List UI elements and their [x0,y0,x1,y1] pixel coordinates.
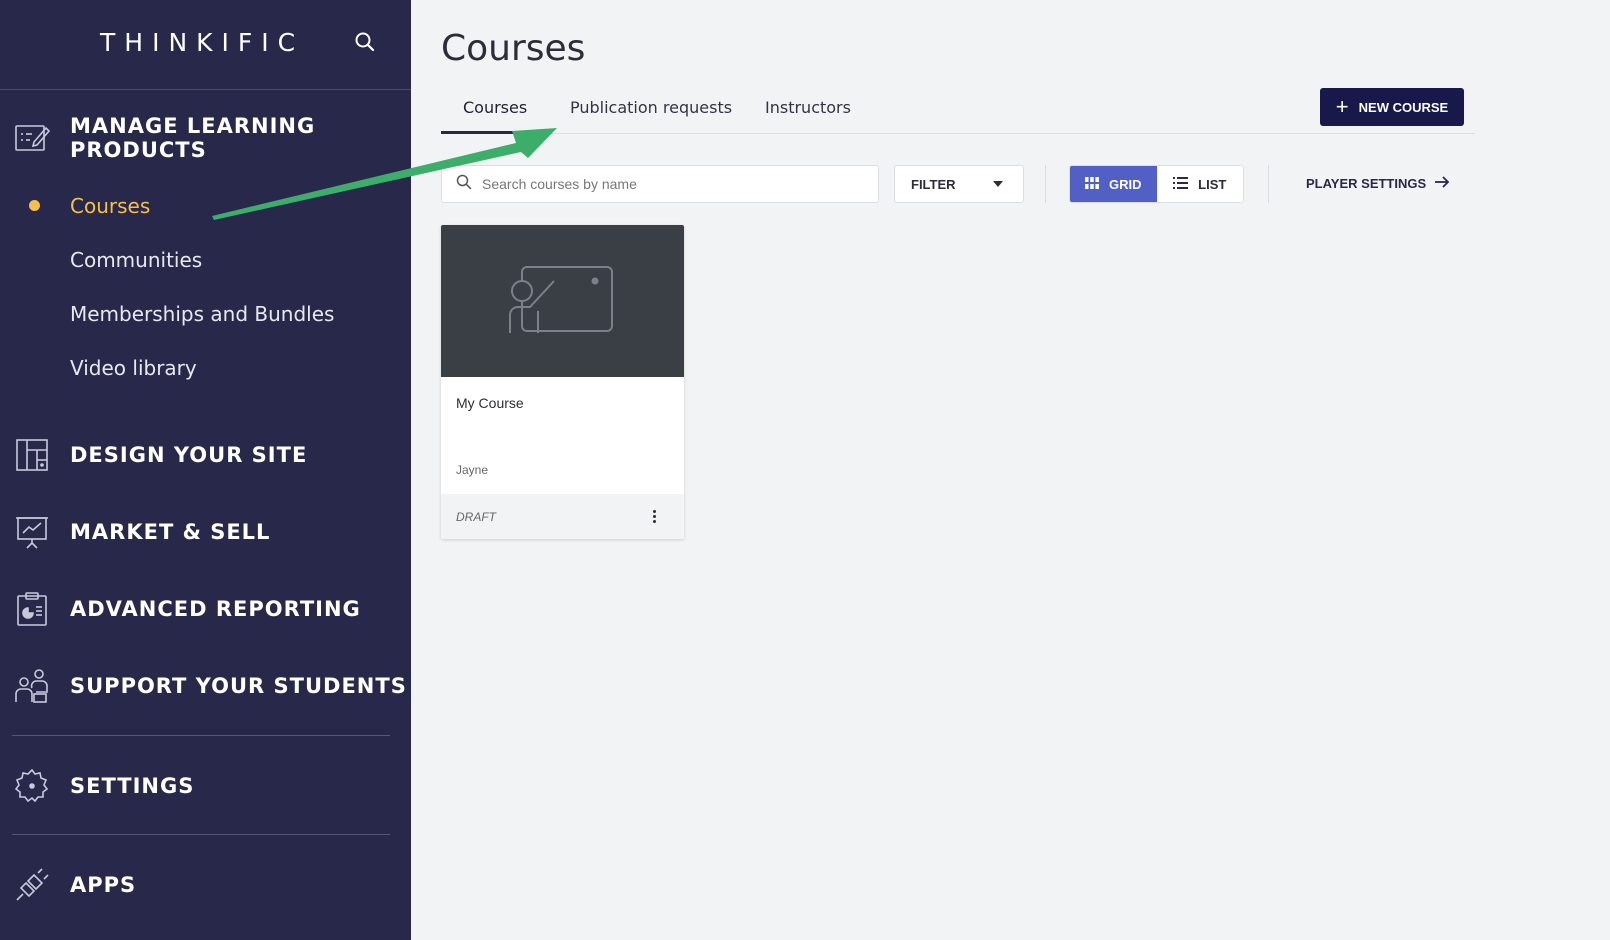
page-title: Courses [441,28,586,69]
sidebar: THINKIFIC MANAGE LEARNING PRODUCTS Cours… [0,0,411,940]
nav-advanced-reporting[interactable]: ADVANCED REPORTING [0,584,411,634]
filter-label: FILTER [911,176,956,192]
player-settings-label: PLAYER SETTINGS [1306,176,1427,191]
sidebar-divider [12,834,390,835]
course-author: Jayne [456,463,489,477]
sidebar-header: THINKIFIC [0,0,411,90]
nav-label: ADVANCED REPORTING [70,597,361,621]
sidebar-item-memberships-and-bundles[interactable]: Memberships and Bundles [70,302,334,326]
nav-label: APPS [70,873,137,897]
course-card-footer: DRAFT [441,494,684,539]
nav-label: MANAGE LEARNING PRODUCTS [70,114,316,162]
nav-support-your-students[interactable]: SUPPORT YOUR STUDENTS [0,661,411,711]
nav-manage-learning-products[interactable]: MANAGE LEARNING PRODUCTS [0,113,411,163]
new-course-label: NEW COURSE [1358,99,1449,115]
sidebar-divider [12,735,390,736]
presentation-chart-icon [14,514,50,550]
course-card[interactable]: My Course Jayne DRAFT [441,225,684,539]
main-content: Courses Courses Publication requests Ins… [411,0,1610,940]
grid-icon [1085,176,1099,192]
layout-icon [14,437,50,473]
search-box [441,165,879,203]
arrow-right-icon [1434,176,1450,191]
filter-dropdown[interactable]: FILTER [894,165,1024,203]
toolbar-divider [1045,165,1046,203]
grid-label: GRID [1109,176,1142,192]
sidebar-item-courses[interactable]: Courses [70,194,150,218]
tab-courses[interactable]: Courses [463,98,527,117]
plus-icon: + [1335,94,1349,119]
course-thumbnail [441,225,684,377]
tab-publication-requests[interactable]: Publication requests [570,98,732,117]
list-label: LIST [1198,176,1227,192]
edit-list-icon [14,120,50,156]
active-tab-underline [441,131,550,134]
course-title: My Course [456,395,524,411]
grid-view-button[interactable]: GRID [1070,166,1157,202]
new-course-button[interactable]: + NEW COURSE [1320,88,1464,126]
nav-label: DESIGN YOUR SITE [70,443,308,467]
course-status-badge: DRAFT [456,509,496,524]
instructor-board-icon [508,263,618,340]
sidebar-item-communities[interactable]: Communities [70,248,202,272]
more-options-icon[interactable] [644,505,664,529]
active-indicator-dot [29,200,40,211]
caret-down-icon [993,181,1003,187]
sidebar-item-video-library[interactable]: Video library [70,356,197,380]
list-icon [1173,176,1189,192]
search-input[interactable] [482,176,862,192]
list-view-button[interactable]: LIST [1157,166,1244,202]
gear-icon [14,768,50,804]
nav-market-and-sell[interactable]: MARKET & SELL [0,507,411,557]
nav-label: SUPPORT YOUR STUDENTS [70,674,407,698]
search-icon[interactable] [353,30,381,58]
people-icon [14,668,50,704]
plug-icon [14,867,50,903]
nav-label: SETTINGS [70,774,195,798]
brand-logo[interactable]: THINKIFIC [100,28,304,57]
nav-settings[interactable]: SETTINGS [0,761,411,811]
nav-design-your-site[interactable]: DESIGN YOUR SITE [0,430,411,480]
nav-apps[interactable]: APPS [0,860,411,910]
player-settings-link[interactable]: PLAYER SETTINGS [1306,176,1450,191]
toolbar-divider [1268,165,1269,203]
nav-label: MARKET & SELL [70,520,271,544]
tab-instructors[interactable]: Instructors [765,98,851,117]
view-toggle: GRID LIST [1069,165,1244,203]
search-icon [456,174,472,195]
report-clipboard-icon [14,591,50,627]
